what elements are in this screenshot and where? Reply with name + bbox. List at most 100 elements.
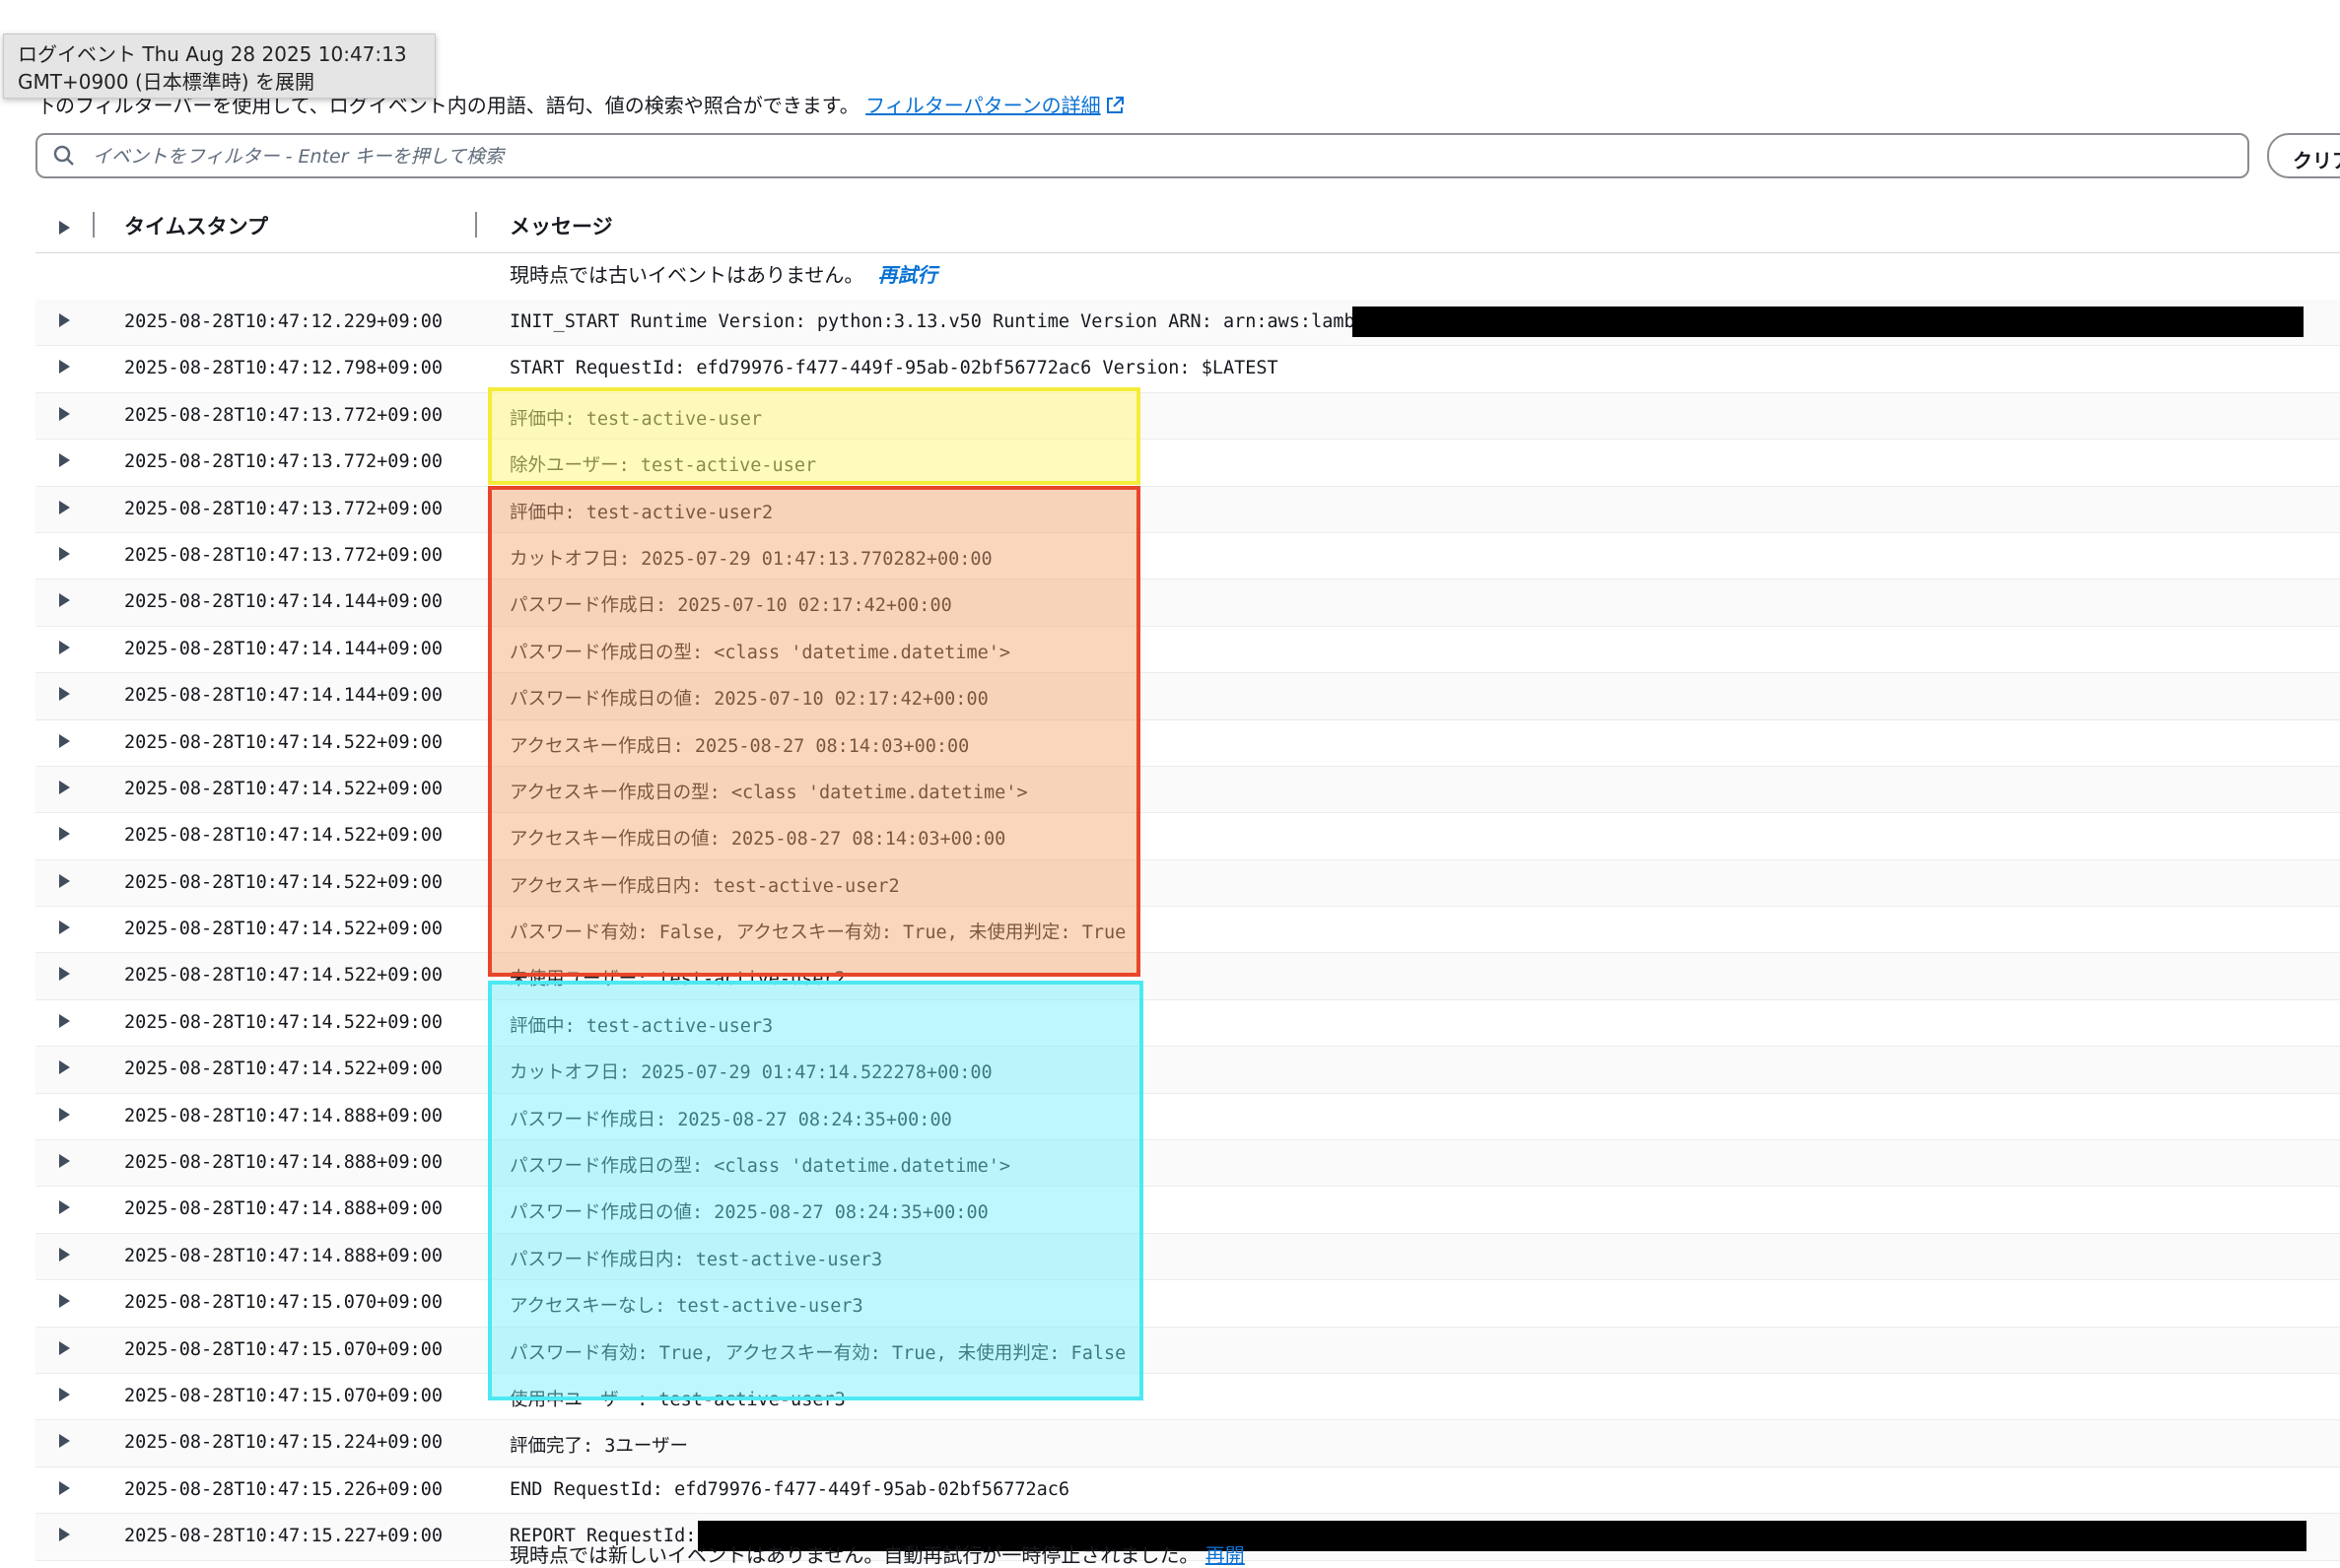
expand-row-icon[interactable]	[57, 1293, 71, 1309]
table-row[interactable]: 2025-08-28T10:47:12.229+09:00 INIT_START …	[35, 300, 2340, 347]
expand-row-icon[interactable]	[57, 966, 71, 982]
expand-all-icon[interactable]	[57, 220, 71, 236]
filter-pattern-link-label: フィルターパターンの詳細	[865, 94, 1101, 117]
expand-row-icon[interactable]	[57, 1199, 71, 1215]
expand-row-icon[interactable]	[57, 733, 71, 749]
row-message: START RequestId: efd79976-f477-449f-95ab…	[510, 358, 1278, 379]
table-row[interactable]: 2025-08-28T10:47:14.144+09:00 パスワード作成日の型:…	[35, 627, 2340, 674]
table-row[interactable]: 2025-08-28T10:47:14.522+09:00 パスワード有効: Fa…	[35, 907, 2340, 954]
row-message: パスワード作成日の値: 2025-08-27 08:24:35+00:00	[510, 1202, 989, 1224]
expand-row-icon[interactable]	[57, 452, 71, 468]
table-row[interactable]: 2025-08-28T10:47:14.522+09:00 アクセスキー作成日内:…	[35, 859, 2340, 908]
row-timestamp: 2025-08-28T10:47:14.144+09:00	[124, 591, 444, 613]
expand-row-icon[interactable]	[57, 640, 71, 655]
table-row[interactable]: 2025-08-28T10:47:15.226+09:00 END Request…	[35, 1467, 2340, 1515]
expand-row-icon[interactable]	[57, 1340, 71, 1356]
table-row[interactable]: 2025-08-28T10:47:13.772+09:00 カットオフ日: 202…	[35, 533, 2340, 580]
row-message: パスワード作成日の型: <class 'datetime.datetime'>	[510, 1156, 1011, 1178]
expand-row-icon[interactable]	[57, 546, 71, 562]
row-timestamp: 2025-08-28T10:47:12.798+09:00	[124, 358, 444, 379]
expand-row-icon[interactable]	[57, 1059, 71, 1075]
table-row[interactable]: 2025-08-28T10:47:14.888+09:00 パスワード作成日: 2…	[35, 1094, 2340, 1141]
column-header-message[interactable]: メッセージ	[510, 211, 613, 240]
row-timestamp: 2025-08-28T10:47:14.522+09:00	[124, 965, 444, 987]
expand-row-icon[interactable]	[57, 1387, 71, 1402]
table-row[interactable]: 2025-08-28T10:47:14.144+09:00 パスワード作成日の値:…	[35, 673, 2340, 720]
older-events-text: 現時点では古いイベントはありません。	[510, 263, 864, 287]
table-row[interactable]: 2025-08-28T10:47:13.772+09:00 除外ユーザー: tes…	[35, 440, 2340, 487]
row-timestamp: 2025-08-28T10:47:15.070+09:00	[124, 1292, 444, 1314]
row-message: アクセスキー作成日の型: <class 'datetime.datetime'>	[510, 782, 1028, 803]
table-row[interactable]: 2025-08-28T10:47:12.798+09:00 START Reque…	[35, 346, 2340, 393]
table-row[interactable]: 2025-08-28T10:47:14.522+09:00 未使用ユーザー: te…	[35, 953, 2340, 1000]
row-message: カットオフ日: 2025-07-29 01:47:14.522278+00:00	[510, 1062, 993, 1084]
column-divider[interactable]	[93, 212, 95, 238]
log-events-table: タイムスタンプ メッセージ 現時点では古いイベントはありません。 再試行 202…	[35, 207, 2340, 1561]
newer-events-text: 現時点では新しいイベントはありません。自動再試行が一時停止されました。	[510, 1543, 1200, 1567]
column-divider[interactable]	[475, 212, 477, 238]
expand-row-icon[interactable]	[57, 312, 71, 328]
table-row[interactable]: 2025-08-28T10:47:14.522+09:00 カットオフ日: 202…	[35, 1047, 2340, 1094]
row-message: アクセスキー作成日内: test-active-user2	[510, 875, 900, 897]
expand-row-icon[interactable]	[57, 686, 71, 702]
expand-row-icon[interactable]	[57, 1480, 71, 1496]
table-row[interactable]: 2025-08-28T10:47:15.224+09:00 評価完了: 3ユーザー	[35, 1420, 2340, 1467]
row-message: 評価中: test-active-user3	[510, 1015, 774, 1037]
row-message: パスワード作成日: 2025-07-10 02:17:42+00:00	[510, 595, 952, 617]
redacted-block	[1352, 307, 2304, 337]
expand-row-icon[interactable]	[57, 1153, 71, 1169]
filter-pattern-link[interactable]: フィルターパターンの詳細	[865, 94, 1124, 117]
search-input[interactable]	[91, 141, 2214, 172]
table-row[interactable]: 2025-08-28T10:47:15.070+09:00 使用中ユーザー: te…	[35, 1374, 2340, 1421]
row-timestamp: 2025-08-28T10:47:15.070+09:00	[124, 1338, 444, 1360]
expand-row-icon[interactable]	[57, 406, 71, 422]
row-timestamp: 2025-08-28T10:47:14.522+09:00	[124, 919, 444, 940]
expand-row-icon[interactable]	[57, 500, 71, 515]
row-message: パスワード作成日の型: <class 'datetime.datetime'>	[510, 642, 1011, 663]
table-row[interactable]: 2025-08-28T10:47:13.772+09:00 評価中: test-a…	[35, 392, 2340, 441]
row-message: パスワード作成日の値: 2025-07-10 02:17:42+00:00	[510, 689, 989, 711]
row-timestamp: 2025-08-28T10:47:15.070+09:00	[124, 1385, 444, 1406]
table-row[interactable]: 2025-08-28T10:47:14.888+09:00 パスワード作成日の型:…	[35, 1140, 2340, 1188]
clear-button[interactable]: クリア	[2267, 133, 2340, 178]
row-timestamp: 2025-08-28T10:47:14.144+09:00	[124, 638, 444, 659]
row-timestamp: 2025-08-28T10:47:13.772+09:00	[124, 404, 444, 426]
row-timestamp: 2025-08-28T10:47:14.888+09:00	[124, 1198, 444, 1220]
expand-row-icon[interactable]	[57, 873, 71, 889]
row-timestamp: 2025-08-28T10:47:14.522+09:00	[124, 871, 444, 893]
expand-row-icon[interactable]	[57, 780, 71, 795]
row-message: パスワード有効: True, アクセスキー有効: True, 未使用判定: Fa…	[510, 1342, 1127, 1364]
row-message: 使用中ユーザー: test-active-user3	[510, 1389, 846, 1410]
expand-row-icon[interactable]	[57, 1527, 71, 1542]
resume-link[interactable]: 再開	[1205, 1543, 1245, 1567]
row-timestamp: 2025-08-28T10:47:14.144+09:00	[124, 685, 444, 707]
expand-row-icon[interactable]	[57, 1013, 71, 1029]
expand-row-icon[interactable]	[57, 592, 71, 608]
column-header-timestamp[interactable]: タイムスタンプ	[124, 211, 268, 240]
expand-row-icon[interactable]	[57, 826, 71, 842]
row-timestamp: 2025-08-28T10:47:14.522+09:00	[124, 731, 444, 753]
expand-row-icon[interactable]	[57, 359, 71, 375]
table-row[interactable]: 2025-08-28T10:47:13.772+09:00 評価中: test-a…	[35, 486, 2340, 533]
expand-row-icon[interactable]	[57, 1433, 71, 1449]
older-events-notice: 現時点では古いイベントはありません。 再試行	[35, 253, 2340, 300]
table-row[interactable]: 2025-08-28T10:47:14.144+09:00 パスワード作成日: 2…	[35, 579, 2340, 627]
expand-row-icon[interactable]	[57, 1247, 71, 1262]
retry-link[interactable]: 再試行	[878, 263, 937, 287]
row-timestamp: 2025-08-28T10:47:14.888+09:00	[124, 1245, 444, 1266]
expand-row-icon[interactable]	[57, 920, 71, 935]
table-row[interactable]: 2025-08-28T10:47:14.522+09:00 アクセスキー作成日: …	[35, 720, 2340, 767]
table-row[interactable]: 2025-08-28T10:47:15.070+09:00 アクセスキーなし: t…	[35, 1280, 2340, 1328]
table-row[interactable]: 2025-08-28T10:47:14.888+09:00 パスワード作成日の値:…	[35, 1187, 2340, 1234]
table-row[interactable]: 2025-08-28T10:47:14.522+09:00 評価中: test-a…	[35, 1000, 2340, 1048]
row-timestamp: 2025-08-28T10:47:15.226+09:00	[124, 1478, 444, 1500]
row-message: パスワード有効: False, アクセスキー有効: True, 未使用判定: T…	[510, 922, 1127, 944]
row-timestamp: 2025-08-28T10:47:14.522+09:00	[124, 778, 444, 799]
table-row[interactable]: 2025-08-28T10:47:14.522+09:00 アクセスキー作成日の値…	[35, 813, 2340, 860]
expand-tooltip: ログイベント Thu Aug 28 2025 10:47:13 GMT+0900…	[3, 34, 436, 99]
table-row[interactable]: 2025-08-28T10:47:14.522+09:00 アクセスキー作成日の型…	[35, 766, 2340, 814]
table-row[interactable]: 2025-08-28T10:47:14.888+09:00 パスワード作成日内: …	[35, 1233, 2340, 1281]
row-message: パスワード作成日: 2025-08-27 08:24:35+00:00	[510, 1109, 952, 1130]
table-row[interactable]: 2025-08-28T10:47:15.070+09:00 パスワード有効: Tr…	[35, 1327, 2340, 1374]
expand-row-icon[interactable]	[57, 1107, 71, 1123]
